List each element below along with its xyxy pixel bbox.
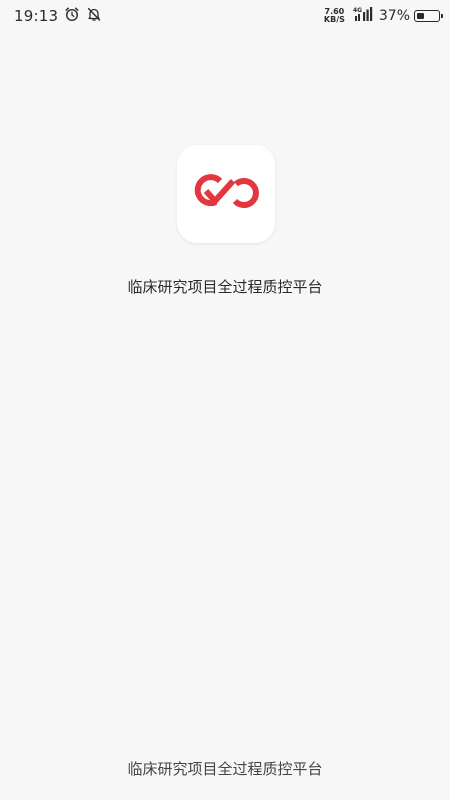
network-type-label: 4G [353, 7, 362, 14]
status-bar-right: 7.60 KB/S 4G 37% [324, 6, 443, 26]
splash-screen: 19:13 7.60 KB/S 4G 37% 临床研究项目全过程质控平台 临床研… [0, 0, 450, 800]
app-title: 临床研究项目全过程质控平台 [127, 278, 323, 296]
status-time: 19:13 [14, 7, 59, 25]
alarm-clock-icon [64, 6, 80, 26]
battery-percent: 37% [378, 8, 410, 24]
battery-icon [414, 10, 443, 22]
cellular-signal-icon: 4G [353, 6, 375, 26]
notifications-off-icon [86, 6, 102, 26]
network-speed: 7.60 KB/S [324, 8, 345, 24]
battery-level-fill [416, 12, 424, 19]
network-speed-unit: KB/S [323, 15, 345, 24]
infinity-check-logo-icon [186, 170, 266, 218]
status-bar: 19:13 7.60 KB/S 4G 37% [0, 0, 450, 32]
app-logo [177, 145, 275, 243]
status-bar-left: 19:13 [14, 6, 102, 26]
footer-app-name: 临床研究项目全过程质控平台 [127, 760, 323, 778]
